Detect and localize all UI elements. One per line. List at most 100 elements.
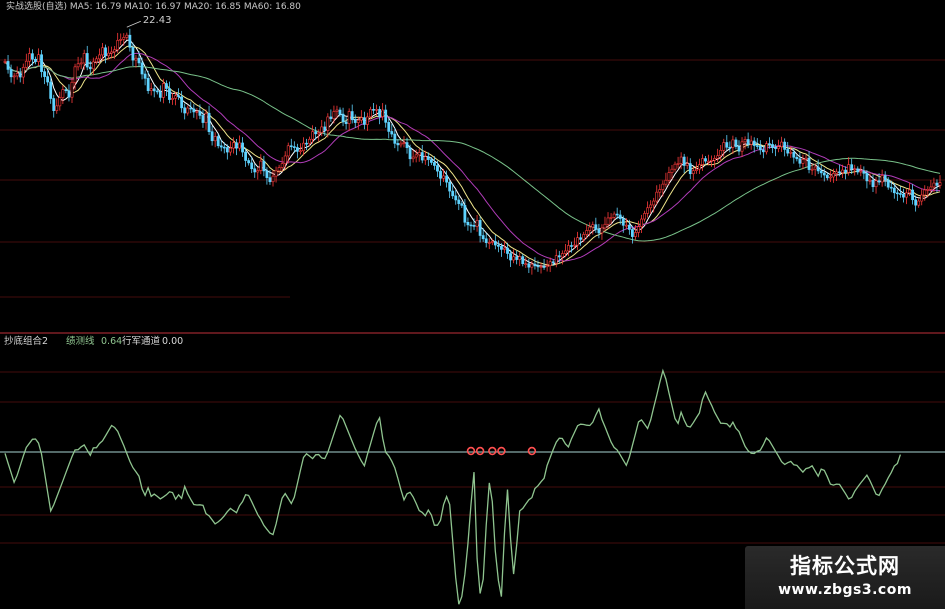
candle-body: [98, 54, 101, 60]
candle-body: [302, 142, 305, 152]
candle-body: [362, 117, 366, 125]
candle-body: [637, 226, 640, 233]
candle-body: [527, 263, 531, 268]
candle-body: [536, 265, 540, 268]
candle-body: [439, 170, 442, 179]
candle-body: [366, 116, 369, 125]
candle-body: [685, 163, 689, 166]
candle-body: [503, 247, 506, 250]
candle-body: [67, 90, 71, 98]
candle-body: [177, 95, 180, 98]
candle-body: [174, 95, 177, 99]
candle-body: [932, 182, 936, 188]
candle-body: [630, 229, 634, 237]
candle-body: [899, 193, 902, 195]
candle-body: [387, 122, 391, 132]
candle-body: [926, 189, 930, 191]
candle-body: [329, 116, 333, 119]
candle-body: [396, 143, 400, 146]
candle-body: [448, 181, 452, 192]
candle-body: [478, 220, 482, 236]
candle-body: [905, 192, 908, 198]
candle-body: [110, 51, 113, 54]
candle-body: [676, 163, 680, 165]
candle-body: [122, 37, 126, 40]
peak-price-label: 22.43: [143, 15, 172, 26]
candle-body: [219, 145, 223, 148]
candle-body: [207, 112, 211, 132]
candle-body: [155, 90, 159, 93]
candle-body: [707, 160, 710, 163]
candle-body: [746, 139, 750, 145]
candle-body: [798, 158, 802, 164]
candle-body: [667, 172, 671, 181]
legend-line2-name: 行军通道: [122, 335, 161, 347]
candle-body: [795, 156, 799, 160]
candle-body: [140, 62, 144, 75]
candle-body: [341, 113, 345, 123]
candle-body: [356, 119, 360, 123]
candle-body: [58, 97, 62, 107]
candle-body: [168, 88, 171, 100]
candle-body: [283, 155, 287, 164]
candle-body: [844, 169, 847, 173]
signal-marker: [488, 446, 497, 456]
candle-body: [868, 179, 872, 182]
candle-body: [539, 266, 543, 268]
candle-body: [378, 109, 382, 118]
candle-body: [557, 255, 561, 258]
ma60-line: [4, 61, 941, 242]
candle-body: [82, 53, 86, 64]
price-header: 实战选股(自选) MA5: 16.79 MA10: 16.97 MA20: 16…: [6, 0, 301, 12]
watermark-url: www.zbgs3.com: [778, 582, 912, 598]
candle-body: [326, 116, 330, 131]
candle-body: [597, 228, 601, 234]
candle-body: [6, 61, 10, 70]
candle-body: [131, 47, 135, 61]
legend-line1-value: 0.64: [101, 336, 122, 347]
candle-body: [232, 142, 235, 149]
candle-body: [841, 169, 844, 173]
candle-body: [576, 237, 579, 246]
candle-body: [107, 52, 110, 57]
price-pane: 实战选股(自选) MA5: 16.79 MA10: 16.97 MA20: 16…: [0, 0, 945, 298]
candle-body: [305, 142, 308, 145]
candle-body: [895, 192, 899, 195]
candle-body: [241, 142, 244, 153]
stock-chart[interactable]: 实战选股(自选) MA5: 16.79 MA10: 16.97 MA20: 16…: [0, 0, 945, 609]
candle-body: [816, 166, 820, 172]
candle-body: [490, 241, 494, 243]
candle-body: [411, 156, 415, 160]
candle-body: [460, 203, 464, 206]
candle-body: [101, 47, 104, 56]
candle-body: [180, 96, 184, 109]
candle-body: [192, 108, 196, 113]
candle-body: [810, 168, 814, 171]
candle-body: [786, 149, 790, 154]
candle-body: [545, 265, 549, 268]
candle-body: [570, 245, 573, 247]
candle-body: [496, 244, 500, 247]
price-peak-annotation: 22.43: [126, 15, 172, 28]
candle-body: [883, 175, 887, 181]
candle-body: [359, 117, 363, 121]
candle-body: [189, 107, 193, 110]
candle-body: [886, 179, 890, 188]
candle-body: [877, 180, 881, 183]
candle-body: [289, 145, 293, 148]
candle-body: [804, 157, 808, 160]
candle-body: [847, 164, 851, 173]
candle-body: [247, 160, 251, 164]
candle-body: [609, 217, 613, 219]
candle-body: [344, 121, 348, 124]
candle-body: [393, 133, 397, 144]
candle-body: [402, 142, 406, 144]
candle-body: [740, 141, 744, 152]
candle-body: [563, 250, 567, 254]
candle-body: [908, 189, 911, 194]
candle-body: [472, 225, 476, 227]
candle-body: [938, 182, 942, 186]
candle-body: [828, 176, 832, 179]
candle-body: [710, 159, 713, 162]
candle-body: [52, 98, 56, 111]
